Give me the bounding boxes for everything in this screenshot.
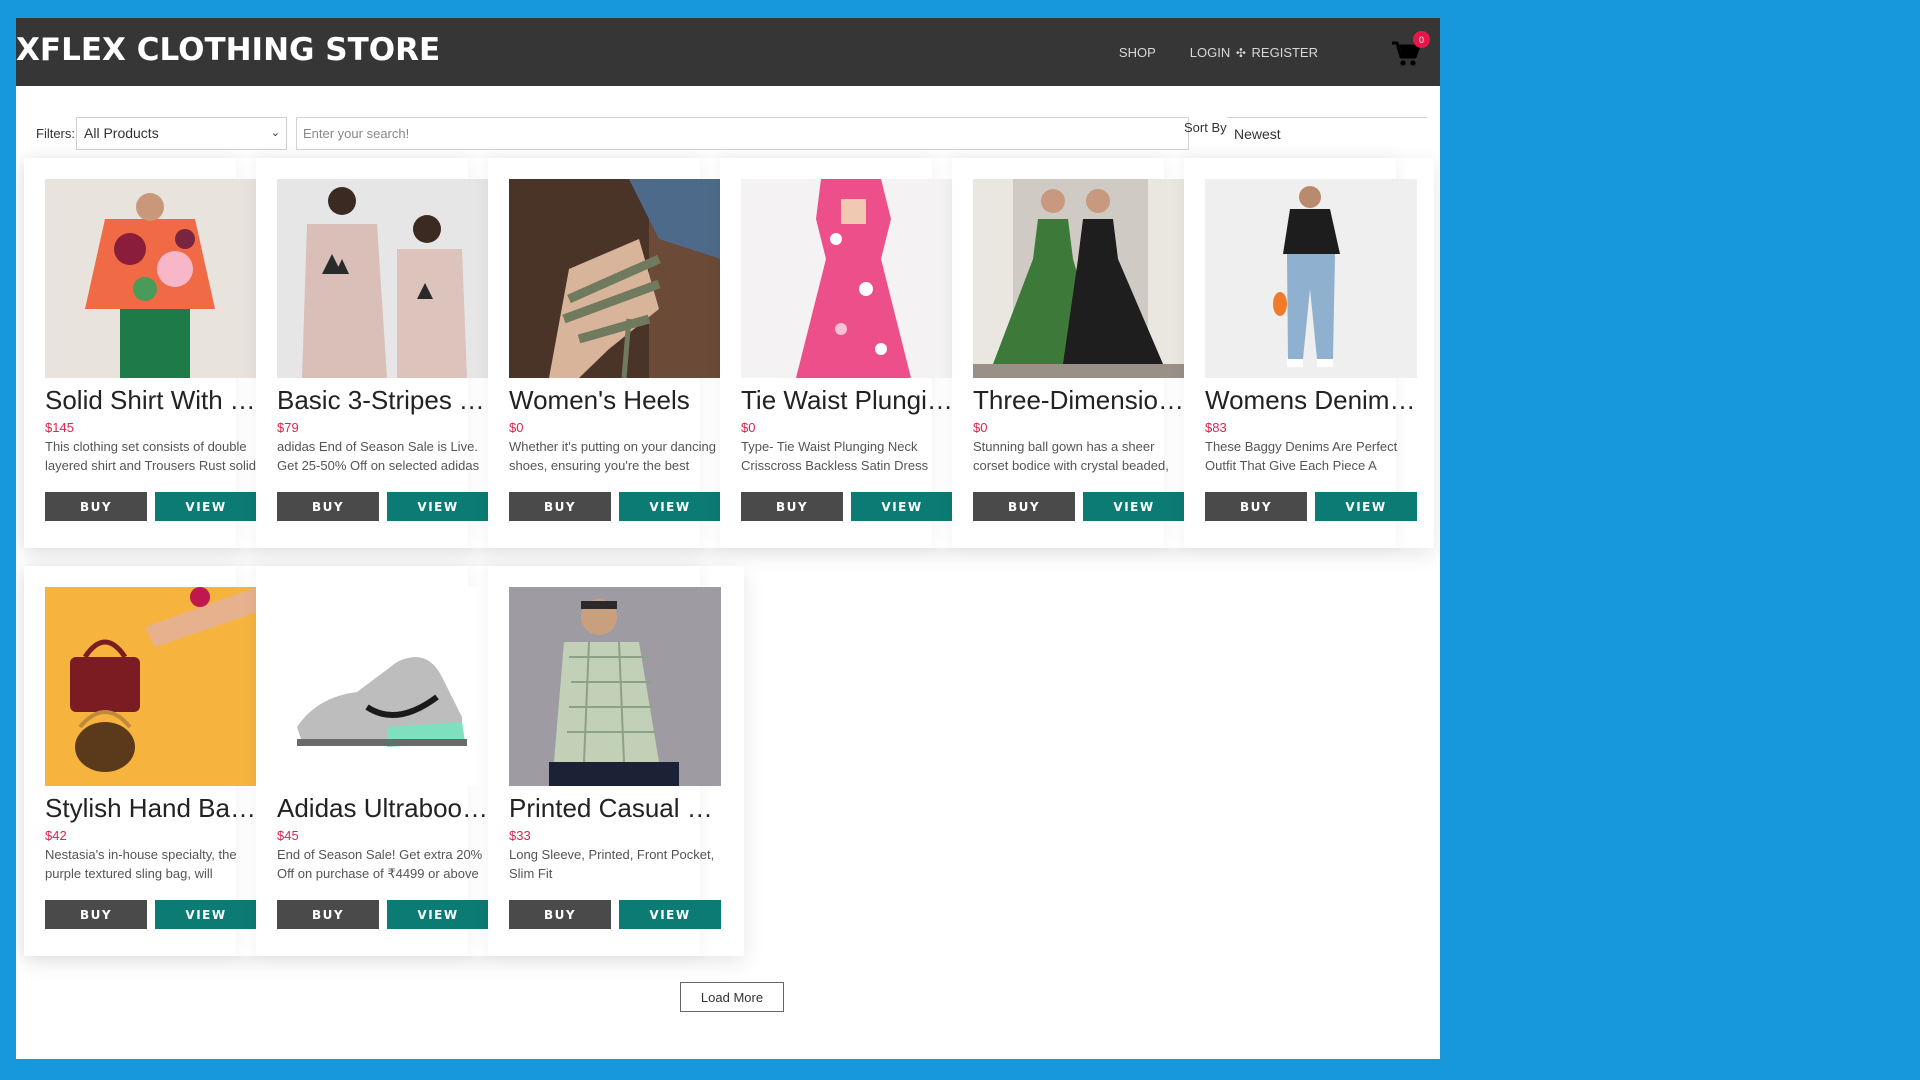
product-price: $83 [1205,420,1227,435]
cart-count-badge: 0 [1413,31,1430,48]
nav-login-link[interactable]: LOGIN [1190,45,1230,60]
product-description: End of Season Sale! Get extra 20% Off on… [277,847,483,881]
product-image[interactable] [741,179,953,378]
buy-button[interactable]: BUY [509,492,611,521]
product-card: Adidas Ultraboost Shoes $45 End of Seaso… [256,566,489,956]
store-page: XFLEX CLOTHING STORE SHOP LOGIN ✣ REGIST… [16,18,1440,1059]
product-description: adidas End of Season Sale is Live. Get 2… [277,439,480,473]
store-brand-logo[interactable]: XFLEX CLOTHING STORE [16,32,440,68]
product-description: Long Sleeve, Printed, Front Pocket, Slim… [509,847,715,881]
product-photo-sneaker [277,587,489,786]
product-description: Whether it's putting on your dancing sho… [509,439,716,473]
buy-button[interactable]: BUY [45,900,147,929]
nav-shop-link[interactable]: SHOP [1119,45,1156,60]
product-card: Stylish Hand Bags $42 Nestasia's in-hous… [24,566,257,956]
product-photo-heels [509,179,721,378]
product-card: Women's Heels $0 Whether it's putting on… [488,158,721,548]
product-title[interactable]: Solid Shirt With Trousers [45,385,257,416]
product-card: Printed Casual Shirt $33 Long Sleeve, Pr… [488,566,721,956]
sort-value: Newest [1234,126,1281,142]
product-title[interactable]: Womens Denim Jeans [1205,385,1417,416]
cart-button[interactable]: 0 [1392,31,1430,67]
product-price: $0 [973,420,988,435]
view-button[interactable]: VIEW [619,492,721,521]
product-card: Tie Waist Plunging Neck Dress $0 Type- T… [720,158,953,548]
product-row: Solid Shirt With Trousers $145 This clot… [24,158,1434,548]
product-description: Nestasia's in-house specialty, the purpl… [45,847,237,881]
sort-by-label: Sort By: [1184,120,1231,135]
view-button[interactable]: VIEW [387,900,489,929]
product-title[interactable]: Printed Casual Shirt [509,793,721,824]
product-image[interactable] [45,179,257,378]
view-button[interactable]: VIEW [1315,492,1417,521]
product-image[interactable] [277,587,489,786]
buy-button[interactable]: BUY [973,492,1075,521]
view-button[interactable]: VIEW [851,492,953,521]
filter-bar: Filters: All Products ⌄ Sort By: Newest [16,96,1440,152]
buy-button[interactable]: BUY [1205,492,1307,521]
product-title[interactable]: Three-Dimensional Ball Gown [973,385,1185,416]
product-price: $79 [277,420,299,435]
category-filter-value: All Products [84,125,159,141]
product-price: $45 [277,828,299,843]
buy-button[interactable]: BUY [277,492,379,521]
chevron-down-icon: ⌄ [270,127,280,139]
separator-icon: ✣ [1235,45,1246,60]
product-photo-denim [1205,179,1417,378]
product-price: $0 [509,420,524,435]
view-button[interactable]: VIEW [155,492,257,521]
product-photo-tshirts [277,179,489,378]
product-image[interactable] [45,587,257,786]
product-photo-pink-dress [741,179,953,378]
product-description: This clothing set consists of double lay… [45,439,256,473]
top-navbar: XFLEX CLOTHING STORE SHOP LOGIN ✣ REGIST… [16,18,1440,86]
product-photo-ball-gowns [973,179,1185,378]
product-image[interactable] [973,179,1185,378]
product-description: These Baggy Denims Are Perfect Outfit Th… [1205,439,1398,473]
product-title[interactable]: Tie Waist Plunging Neck Dress [741,385,953,416]
view-button[interactable]: VIEW [619,900,721,929]
nav-login-register: LOGIN ✣ REGISTER [1190,45,1318,60]
product-price: $42 [45,828,67,843]
product-price: $33 [509,828,531,843]
product-image[interactable] [509,587,721,786]
search-input[interactable] [296,117,1189,150]
product-description: Type- Tie Waist Plunging Neck Crisscross… [741,439,929,473]
product-image[interactable] [277,179,489,378]
product-card: Three-Dimensional Ball Gown $0 Stunning … [952,158,1185,548]
product-title[interactable]: Women's Heels [509,385,721,416]
buy-button[interactable]: BUY [509,900,611,929]
product-image[interactable] [509,179,721,378]
buy-button[interactable]: BUY [45,492,147,521]
product-title[interactable]: Stylish Hand Bags [45,793,257,824]
product-price: $145 [45,420,74,435]
product-photo-casual-shirt [509,587,721,786]
product-description: Stunning ball gown has a sheer corset bo… [973,439,1169,473]
product-photo-hand-bags [45,587,257,786]
category-filter-select[interactable]: All Products ⌄ [76,117,287,150]
view-button[interactable]: VIEW [387,492,489,521]
product-image[interactable] [1205,179,1417,378]
load-more-button[interactable]: Load More [680,982,784,1012]
product-card: Womens Denim Jeans $83 These Baggy Denim… [1184,158,1417,548]
product-title[interactable]: Adidas Ultraboost Shoes [277,793,489,824]
sort-select[interactable]: Newest [1227,117,1427,150]
view-button[interactable]: VIEW [1083,492,1185,521]
product-card: Solid Shirt With Trousers $145 This clot… [24,158,257,548]
buy-button[interactable]: BUY [277,900,379,929]
nav-register-link[interactable]: REGISTER [1252,45,1318,60]
view-button[interactable]: VIEW [155,900,257,929]
product-price: $0 [741,420,756,435]
buy-button[interactable]: BUY [741,492,843,521]
product-photo-shirt-trousers [45,179,257,378]
product-row: Stylish Hand Bags $42 Nestasia's in-hous… [24,566,744,956]
product-title[interactable]: Basic 3-Stripes T-Shirt [277,385,489,416]
product-card: Basic 3-Stripes T-Shirt $79 adidas End o… [256,158,489,548]
nav-links: SHOP LOGIN ✣ REGISTER 0 [1119,18,1440,86]
filters-label: Filters: [36,126,75,141]
